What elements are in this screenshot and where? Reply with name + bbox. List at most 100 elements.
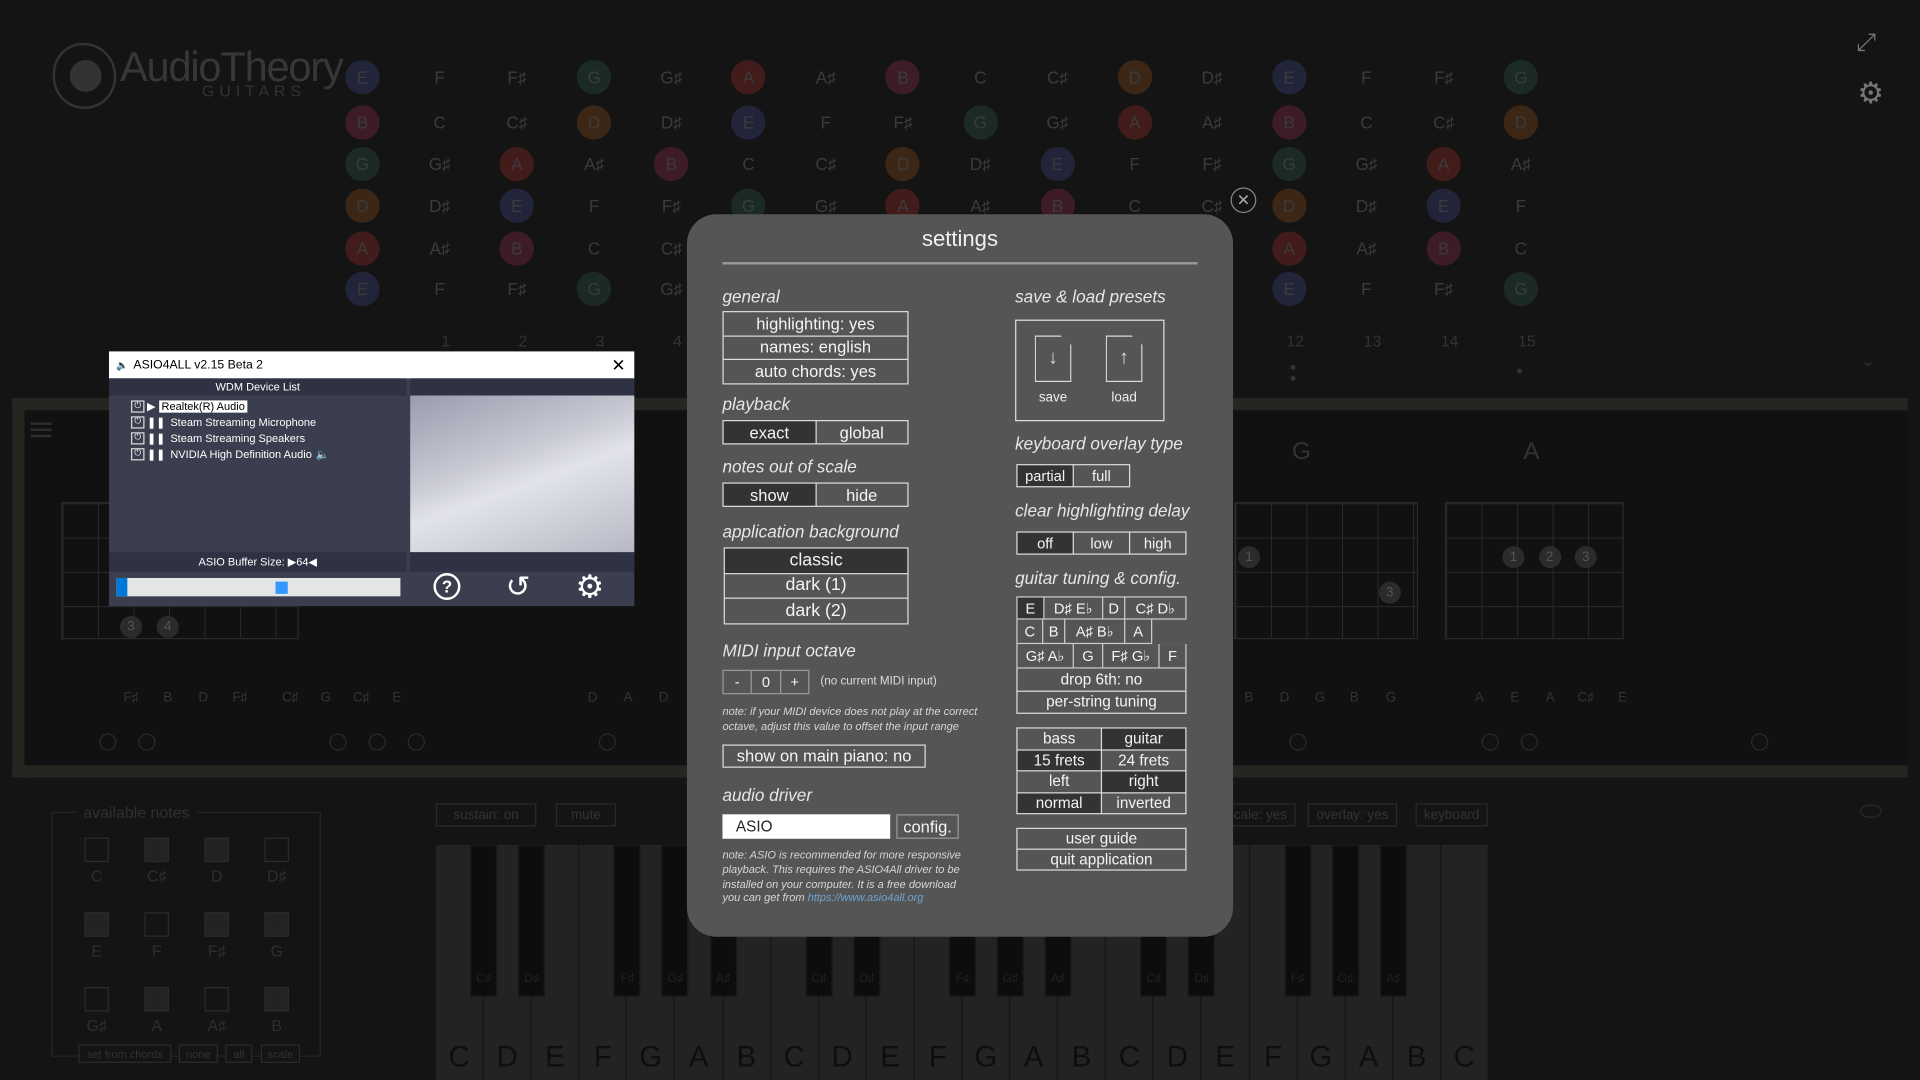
names-toggle[interactable]: names: english bbox=[723, 336, 908, 359]
orientation-normal[interactable]: normal bbox=[1017, 792, 1101, 814]
audio-config-button[interactable]: config. bbox=[897, 815, 958, 838]
background-dark-1[interactable]: dark (1) bbox=[724, 573, 908, 598]
fret-note[interactable]: G bbox=[1503, 60, 1539, 95]
fret-note[interactable]: G♯ bbox=[423, 147, 457, 181]
gear-icon[interactable] bbox=[598, 733, 616, 751]
hand-left[interactable]: left bbox=[1017, 771, 1101, 792]
fret-note[interactable]: E bbox=[731, 105, 766, 140]
device-item-selected[interactable]: ⏻ ▶ Realtek(R) Audio bbox=[131, 399, 248, 414]
fret-note[interactable]: F bbox=[1349, 60, 1383, 94]
fret-note[interactable]: E bbox=[1040, 146, 1075, 182]
fret-note[interactable]: F bbox=[1118, 147, 1152, 181]
instrument-guitar[interactable]: guitar bbox=[1102, 728, 1186, 749]
fret-note[interactable]: E bbox=[1426, 188, 1461, 223]
playback-exact[interactable]: exact bbox=[723, 421, 815, 444]
fret-note[interactable]: F♯ bbox=[500, 60, 534, 94]
overlay-toggle-button[interactable]: overlay: yes bbox=[1307, 803, 1398, 827]
power-icon[interactable]: ⏻ bbox=[131, 432, 145, 445]
fret-note[interactable]: A♯ bbox=[1349, 231, 1383, 265]
play-icon[interactable] bbox=[99, 733, 117, 751]
eye-icon[interactable] bbox=[1860, 804, 1883, 818]
fret-note[interactable]: D♯ bbox=[1349, 189, 1383, 223]
fret-note[interactable]: G bbox=[345, 146, 380, 182]
show-on-main-piano-toggle[interactable]: show on main piano: no bbox=[723, 745, 925, 767]
fret-note[interactable]: D bbox=[1117, 60, 1152, 95]
available-notes-scale-button[interactable]: scale bbox=[260, 1044, 301, 1063]
fret-note[interactable]: F bbox=[1504, 189, 1538, 223]
piano-black-key[interactable]: G♯ bbox=[661, 844, 689, 997]
fret-note[interactable]: B bbox=[1272, 105, 1307, 140]
piano-black-key[interactable]: F♯ bbox=[613, 844, 641, 997]
delay-low[interactable]: low bbox=[1073, 532, 1129, 554]
tuning-note[interactable]: F♯ G♭ bbox=[1103, 644, 1159, 668]
chord-diagram[interactable] bbox=[1444, 502, 1624, 640]
piano-black-key[interactable]: F♯ bbox=[1284, 844, 1311, 997]
fret-note[interactable]: F♯ bbox=[654, 189, 688, 223]
gear-icon[interactable]: ⚙ bbox=[1858, 76, 1884, 112]
fret-note[interactable]: F bbox=[809, 105, 843, 139]
fret-note[interactable]: D bbox=[1272, 188, 1307, 223]
highlighting-toggle[interactable]: highlighting: yes bbox=[723, 312, 908, 335]
play-icon[interactable] bbox=[407, 733, 425, 751]
play-icon[interactable] bbox=[1520, 733, 1538, 751]
gear-icon[interactable] bbox=[1481, 733, 1499, 751]
fret-note[interactable]: G bbox=[1272, 146, 1307, 182]
hand-right[interactable]: right bbox=[1102, 771, 1186, 792]
fret-note[interactable]: A bbox=[345, 231, 380, 266]
fret-note[interactable]: E bbox=[345, 271, 380, 307]
fret-note[interactable]: D bbox=[576, 105, 612, 140]
fret-note[interactable]: G bbox=[576, 60, 612, 95]
fret-note[interactable]: D♯ bbox=[1195, 60, 1229, 94]
fret-note[interactable]: F bbox=[1349, 272, 1383, 306]
note-checkbox[interactable] bbox=[144, 912, 169, 937]
fret-note[interactable]: A♯ bbox=[809, 60, 843, 94]
fret-note[interactable]: A♯ bbox=[423, 231, 457, 265]
fret-note[interactable]: A bbox=[1272, 231, 1307, 266]
device-item[interactable]: ⏻ ❚❚ NVIDIA High Definition Audio 🔈 bbox=[131, 447, 329, 462]
fret-note[interactable]: E bbox=[499, 188, 535, 223]
note-checkbox[interactable] bbox=[84, 986, 109, 1012]
fret-note[interactable]: E bbox=[1272, 60, 1307, 95]
help-icon[interactable]: ? bbox=[433, 573, 461, 601]
fret-note[interactable]: F♯ bbox=[1426, 60, 1460, 94]
note-checkbox[interactable] bbox=[264, 986, 289, 1012]
slider-thumb[interactable] bbox=[274, 581, 288, 594]
fret-note[interactable]: D♯ bbox=[423, 189, 457, 223]
fret-note[interactable]: C♯ bbox=[1040, 60, 1074, 94]
fret-note[interactable]: A♯ bbox=[577, 147, 611, 181]
orientation-inverted[interactable]: inverted bbox=[1102, 792, 1186, 814]
tuning-note[interactable]: A♯ B♭ bbox=[1065, 619, 1125, 643]
fret-note[interactable]: F♯ bbox=[500, 272, 534, 306]
per-string-tuning-button[interactable]: per-string tuning bbox=[1017, 691, 1186, 713]
note-checkbox[interactable] bbox=[204, 837, 229, 863]
background-classic[interactable]: classic bbox=[724, 548, 908, 573]
available-notes-none-button[interactable]: none bbox=[178, 1044, 218, 1063]
octave-decrement-button[interactable]: - bbox=[723, 671, 751, 694]
note-checkbox[interactable] bbox=[204, 912, 229, 937]
fret-note[interactable]: C♯ bbox=[809, 147, 843, 181]
fret-note[interactable]: G bbox=[576, 271, 612, 307]
tuning-note[interactable]: G♯ A♭ bbox=[1017, 644, 1073, 668]
fret-note[interactable]: B bbox=[654, 146, 689, 182]
fret-note[interactable]: C bbox=[963, 60, 997, 94]
fret-note[interactable]: D bbox=[345, 188, 380, 223]
fret-note[interactable]: A bbox=[1426, 146, 1461, 182]
fret-note[interactable]: F♯ bbox=[1195, 147, 1229, 181]
note-checkbox[interactable] bbox=[264, 912, 289, 937]
delay-off[interactable]: off bbox=[1017, 532, 1073, 554]
playback-global[interactable]: global bbox=[816, 421, 908, 444]
keyboard-button[interactable]: keyboard bbox=[1415, 803, 1488, 827]
piano-black-key[interactable]: A♯ bbox=[1379, 844, 1407, 997]
note-checkbox[interactable] bbox=[204, 986, 229, 1012]
user-guide-button[interactable]: user guide bbox=[1017, 828, 1186, 849]
buffer-size-slider[interactable] bbox=[116, 577, 401, 597]
available-notes-all-button[interactable]: all bbox=[225, 1044, 253, 1063]
fullscreen-icon[interactable]: ⤢ bbox=[1856, 29, 1885, 58]
fret-note[interactable]: A bbox=[1117, 105, 1152, 140]
tuning-note[interactable]: D♯ E♭ bbox=[1044, 597, 1103, 619]
fret-note[interactable]: E bbox=[1272, 271, 1307, 307]
fret-note[interactable]: C♯ bbox=[1426, 105, 1460, 139]
device-item[interactable]: ⏻ ❚❚ Steam Streaming Speakers bbox=[131, 431, 305, 446]
overlay-partial[interactable]: partial bbox=[1017, 465, 1073, 487]
delay-high[interactable]: high bbox=[1130, 532, 1186, 554]
